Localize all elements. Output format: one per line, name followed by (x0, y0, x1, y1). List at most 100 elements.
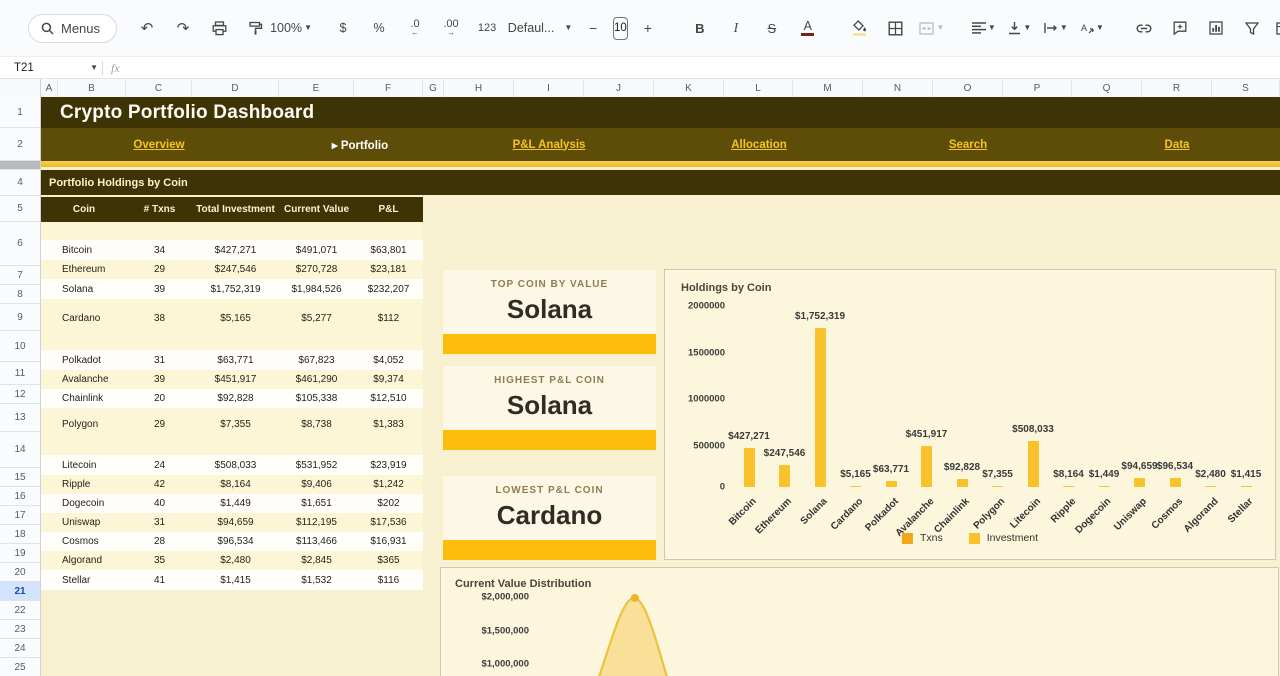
column-header-A[interactable]: A (41, 79, 58, 98)
nav-link-allocation[interactable]: Allocation (731, 139, 787, 151)
column-header-E[interactable]: E (279, 79, 354, 98)
cell-value[interactable]: $1,984,526 (279, 284, 354, 295)
cell-coin[interactable]: Cardano (41, 313, 127, 324)
table-row-cardano[interactable]: Cardano38$5,165$5,277$112 (41, 307, 423, 329)
column-header-F[interactable]: F (354, 79, 423, 98)
row-header-14[interactable]: 14 (0, 432, 40, 468)
row-header-13[interactable]: 13 (0, 404, 40, 432)
cell-coin[interactable]: Avalanche (41, 374, 127, 385)
column-header-S[interactable]: S (1212, 79, 1280, 98)
cell-pnl[interactable]: $112 (354, 313, 423, 324)
row-header-18[interactable]: 18 (0, 525, 40, 544)
text-rotation-button[interactable]: A ▼ (1076, 15, 1108, 41)
cell-investment[interactable]: $1,415 (192, 575, 279, 586)
create-filter-button[interactable] (1236, 15, 1268, 41)
text-wrap-button[interactable]: ▼ (1040, 15, 1072, 41)
increase-font-size-button[interactable]: + (632, 15, 664, 41)
cell-value[interactable]: $112,195 (279, 517, 354, 528)
row-header-5[interactable]: 5 (0, 196, 40, 222)
row-header-12[interactable]: 12 (0, 385, 40, 404)
cell-pnl[interactable]: $1,242 (354, 479, 423, 490)
cell-investment[interactable]: $508,033 (192, 460, 279, 471)
cell-value[interactable]: $105,338 (279, 393, 354, 404)
cell-investment[interactable]: $451,917 (192, 374, 279, 385)
cell-investment[interactable]: $2,480 (192, 555, 279, 566)
column-header-I[interactable]: I (514, 79, 584, 98)
bold-button[interactable]: B (684, 15, 716, 41)
table-views-button[interactable]: ▼ (1272, 15, 1280, 41)
cell-pnl[interactable]: $4,052 (354, 355, 423, 366)
cell-txns[interactable]: 31 (127, 355, 192, 366)
column-header-R[interactable]: R (1142, 79, 1212, 98)
cell-txns[interactable]: 38 (127, 313, 192, 324)
strikethrough-button[interactable]: S (756, 15, 788, 41)
cell-value[interactable]: $531,952 (279, 460, 354, 471)
cell-coin[interactable]: Litecoin (41, 460, 127, 471)
table-row-uniswap[interactable]: Uniswap31$94,659$112,195$17,536 (41, 513, 423, 532)
insert-chart-button[interactable] (1200, 15, 1232, 41)
row-header-19[interactable]: 19 (0, 544, 40, 563)
cell-coin[interactable]: Ethereum (41, 264, 127, 275)
row-header-2[interactable]: 2 (0, 128, 40, 161)
cell-coin[interactable]: Stellar (41, 575, 127, 586)
column-header-D[interactable]: D (192, 79, 279, 98)
cell-value[interactable]: $491,071 (279, 245, 354, 256)
more-formats-button[interactable]: 123 (471, 15, 503, 41)
borders-button[interactable] (880, 15, 912, 41)
cell-txns[interactable]: 34 (127, 245, 192, 256)
row-header-10[interactable]: 10 (0, 331, 40, 362)
row-header-22[interactable]: 22 (0, 601, 40, 620)
cell-investment[interactable]: $5,165 (192, 313, 279, 324)
cell-txns[interactable]: 20 (127, 393, 192, 404)
cell-investment[interactable]: $63,771 (192, 355, 279, 366)
insert-comment-button[interactable] (1164, 15, 1196, 41)
row-header-9[interactable]: 9 (0, 304, 40, 331)
cell-txns[interactable]: 40 (127, 498, 192, 509)
table-row-polkadot[interactable]: Polkadot31$63,771$67,823$4,052 (41, 350, 423, 370)
decrease-font-size-button[interactable]: − (577, 15, 609, 41)
cell-pnl[interactable]: $12,510 (354, 393, 423, 404)
text-color-button[interactable]: A (792, 15, 824, 41)
cell-coin[interactable]: Dogecoin (41, 498, 127, 509)
cell-investment[interactable]: $7,355 (192, 419, 279, 430)
cell-value[interactable]: $9,406 (279, 479, 354, 490)
redo-button[interactable]: ↷ (167, 15, 199, 41)
cell-txns[interactable]: 29 (127, 264, 192, 275)
format-percent-button[interactable]: % (363, 15, 395, 41)
cell-pnl[interactable]: $202 (354, 498, 423, 509)
cell-coin[interactable]: Polkadot (41, 355, 127, 366)
column-header-Q[interactable]: Q (1072, 79, 1142, 98)
cell-investment[interactable]: $247,546 (192, 264, 279, 275)
cell-coin[interactable]: Ripple (41, 479, 127, 490)
cell-pnl[interactable]: $17,536 (354, 517, 423, 528)
table-row-algorand[interactable]: Algorand35$2,480$2,845$365 (41, 551, 423, 570)
cell-value[interactable]: $67,823 (279, 355, 354, 366)
column-header-K[interactable]: K (654, 79, 724, 98)
insert-link-button[interactable] (1128, 15, 1160, 41)
table-row-avalanche[interactable]: Avalanche39$451,917$461,290$9,374 (41, 370, 423, 389)
cell-investment[interactable]: $96,534 (192, 536, 279, 547)
column-header-L[interactable]: L (724, 79, 793, 98)
table-row-dogecoin[interactable]: Dogecoin40$1,449$1,651$202 (41, 494, 423, 513)
cell-txns[interactable]: 41 (127, 575, 192, 586)
row-header-24[interactable]: 24 (0, 639, 40, 658)
menus-search-button[interactable]: Menus (28, 14, 117, 43)
font-select[interactable]: Defaul... ▼ (523, 15, 557, 41)
table-row-polygon[interactable]: Polygon29$7,355$8,738$1,383 (41, 414, 423, 434)
print-button[interactable] (203, 15, 235, 41)
row-header-15[interactable]: 15 (0, 468, 40, 487)
holdings-bar-chart[interactable]: Holdings by Coin200000015000001000000500… (664, 269, 1276, 560)
cell-pnl[interactable]: $23,919 (354, 460, 423, 471)
cell-value[interactable]: $461,290 (279, 374, 354, 385)
vertical-align-button[interactable]: ▼ (1004, 15, 1036, 41)
column-header-B[interactable]: B (58, 79, 126, 98)
row-header-11[interactable]: 11 (0, 362, 40, 385)
cell-txns[interactable]: 28 (127, 536, 192, 547)
increase-decimal-button[interactable]: .00→ (435, 15, 467, 41)
cell-coin[interactable]: Bitcoin (41, 245, 127, 256)
table-row-stellar[interactable]: Stellar41$1,415$1,532$116 (41, 570, 423, 590)
cell-investment[interactable]: $94,659 (192, 517, 279, 528)
cell-coin[interactable]: Cosmos (41, 536, 127, 547)
row-header-7[interactable]: 7 (0, 266, 40, 285)
cell-txns[interactable]: 35 (127, 555, 192, 566)
